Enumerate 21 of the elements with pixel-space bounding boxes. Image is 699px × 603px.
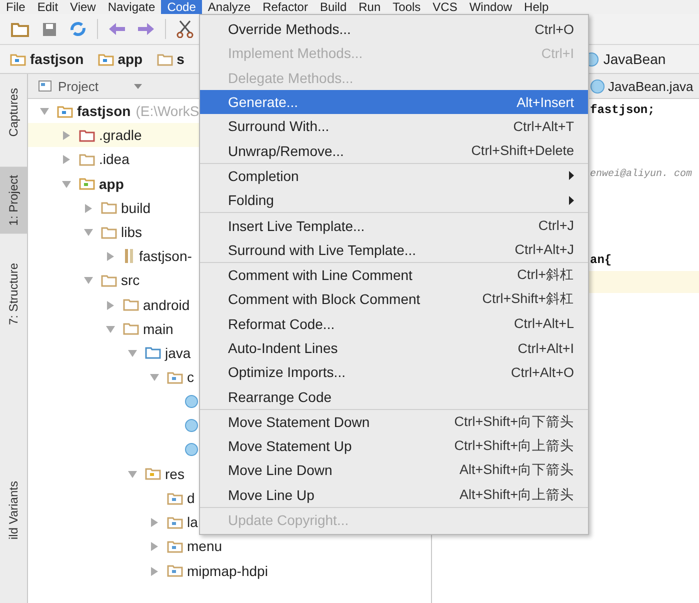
tree-item-label: main	[143, 320, 174, 337]
tree-item-label: .idea	[99, 151, 130, 168]
tree-item-label: app	[99, 176, 124, 192]
tree-item-label: d	[187, 490, 195, 506]
tree-item-label: java	[165, 344, 191, 361]
tree-item-label: android	[143, 296, 190, 313]
tree-item-label: libs	[121, 224, 142, 240]
tree-item-label: fastjson	[77, 103, 131, 120]
tree-item-label: fastjson-	[139, 248, 192, 264]
tree-item-label: mipmap-hdpi	[187, 562, 268, 579]
tree-item-label: src	[121, 272, 140, 288]
code-comment: enwei@aliyun. com	[590, 168, 692, 180]
tree-item-label: build	[121, 200, 151, 216]
tree-item-label: la	[187, 514, 198, 530]
tree-item-label: c	[187, 369, 194, 386]
code-text: fastjson;	[590, 102, 655, 117]
tree-item-path: (E:\WorkS	[136, 103, 200, 120]
code-text: an{	[590, 253, 612, 268]
tree-item-label: .gradle	[99, 127, 142, 144]
tree-item-label: menu	[187, 538, 222, 554]
tree-item-label: res	[165, 466, 184, 482]
